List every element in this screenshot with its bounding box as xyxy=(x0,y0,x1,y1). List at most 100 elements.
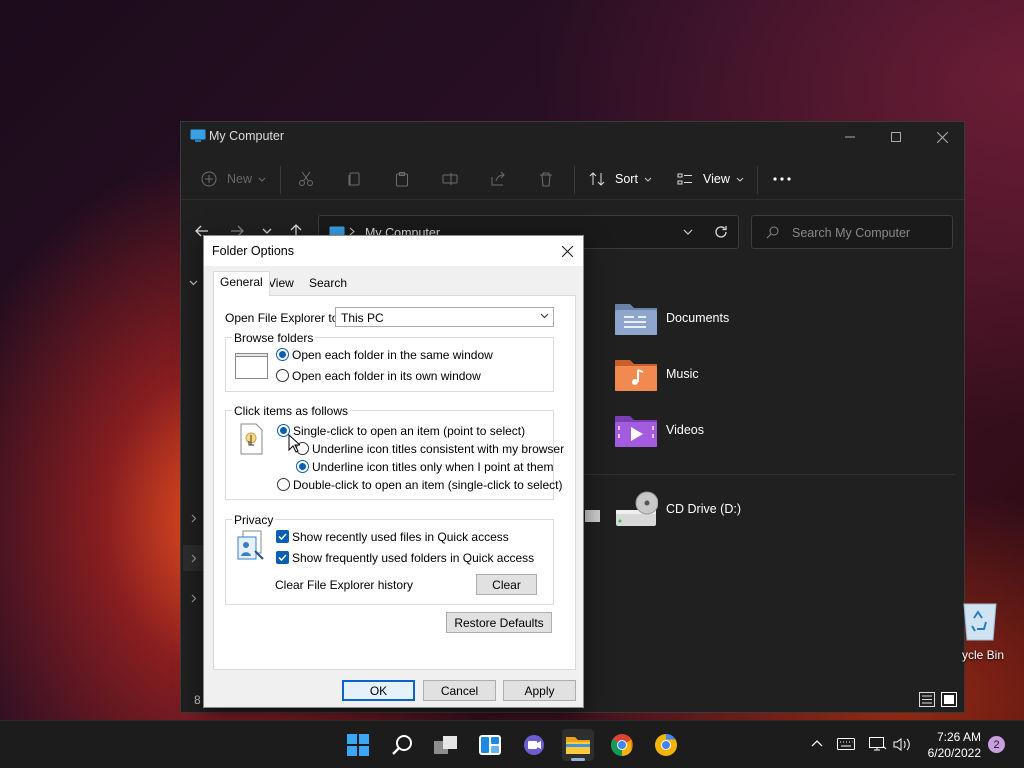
start-button[interactable] xyxy=(342,729,374,761)
task-view-button[interactable] xyxy=(430,729,462,761)
clipboard-icon xyxy=(394,171,410,187)
maximize-button[interactable] xyxy=(873,122,919,152)
widgets-button[interactable] xyxy=(474,729,506,761)
refresh-icon[interactable] xyxy=(714,225,728,239)
single-click-label[interactable]: Single-click to open an item (point to s… xyxy=(293,424,525,438)
chat-icon xyxy=(522,734,546,756)
rename-button[interactable] xyxy=(442,166,458,192)
apply-button[interactable]: Apply xyxy=(503,680,576,701)
item-count: 8 xyxy=(194,693,201,707)
network-icon[interactable] xyxy=(869,737,887,752)
underline-browser-label[interactable]: Underline icon titles consistent with my… xyxy=(312,442,564,456)
delete-button[interactable] xyxy=(538,166,554,192)
folder-item-documents[interactable]: Documents xyxy=(614,300,729,336)
share-icon xyxy=(490,171,506,187)
close-icon xyxy=(561,245,573,257)
widgets-icon xyxy=(478,734,502,756)
notification-badge[interactable]: 2 xyxy=(988,736,1005,753)
restore-defaults-button[interactable]: Restore Defaults xyxy=(446,612,552,633)
tiles-view-icon[interactable] xyxy=(941,692,957,707)
copy-button[interactable] xyxy=(346,166,362,192)
expand-chevron-icon[interactable] xyxy=(189,280,198,286)
folder-options-dialog: Folder Options General View Search Open … xyxy=(203,235,584,708)
search-button[interactable] xyxy=(386,729,418,761)
ellipsis-icon xyxy=(773,177,791,181)
drive-item-cd[interactable]: CD Drive (D:) xyxy=(614,490,741,528)
minimize-button[interactable] xyxy=(827,122,873,152)
chrome-beta-button[interactable] xyxy=(650,729,682,761)
chevron-down-icon xyxy=(262,228,272,234)
radio-own-window[interactable] xyxy=(276,369,289,382)
same-window-label[interactable]: Open each folder in the same window xyxy=(292,348,493,362)
cd-drive-icon xyxy=(614,490,658,528)
separator xyxy=(574,166,575,194)
sort-button[interactable]: Sort xyxy=(589,166,652,192)
search-input[interactable]: Search My Computer xyxy=(751,215,953,249)
view-list-icon xyxy=(677,171,693,187)
open-to-label: Open File Explorer to: xyxy=(225,311,342,325)
radio-double-click[interactable] xyxy=(277,478,290,491)
folder-icon xyxy=(565,734,591,756)
paste-button[interactable] xyxy=(394,166,410,192)
window-icon xyxy=(235,353,268,379)
share-button[interactable] xyxy=(490,166,506,192)
rename-icon xyxy=(442,171,458,187)
folder-item-music[interactable]: Music xyxy=(614,356,699,392)
show-hidden-icons-chevron-icon[interactable] xyxy=(811,739,823,747)
item-label: Music xyxy=(666,367,699,381)
folder-item-videos[interactable]: Videos xyxy=(614,412,704,448)
own-window-label[interactable]: Open each folder in its own window xyxy=(292,369,481,383)
open-to-select[interactable]: This PC xyxy=(335,307,554,327)
clock-time: 7:26 AM xyxy=(936,730,981,744)
view-label: View xyxy=(703,172,730,186)
section-divider xyxy=(573,474,955,475)
chevron-down-icon[interactable] xyxy=(683,229,693,235)
chevron-right-icon[interactable] xyxy=(191,594,197,603)
chrome-beta-icon xyxy=(654,733,678,757)
windows-logo-icon xyxy=(347,734,369,756)
tab-general[interactable]: General xyxy=(213,271,270,296)
new-button[interactable]: New xyxy=(201,166,266,192)
dialog-close-button[interactable] xyxy=(557,241,577,261)
task-view-icon xyxy=(433,734,459,756)
checkbox-frequent-folders[interactable] xyxy=(276,551,289,564)
chevron-down-icon xyxy=(644,177,652,182)
chevron-right-icon[interactable] xyxy=(191,514,197,523)
search-icon xyxy=(766,226,779,239)
keyboard-icon[interactable] xyxy=(837,738,855,750)
chrome-button[interactable] xyxy=(606,729,638,761)
clear-history-button[interactable]: Clear xyxy=(476,574,537,595)
view-button[interactable]: View xyxy=(677,166,744,192)
clock[interactable]: 7:26 AM 6/20/2022 xyxy=(928,729,981,761)
ok-button[interactable]: OK xyxy=(342,680,415,701)
recycle-bin-label: ycle Bin xyxy=(962,648,1005,662)
underline-point-label[interactable]: Underline icon titles only when I point … xyxy=(312,460,553,474)
tab-search[interactable]: Search xyxy=(303,273,353,295)
recycle-bin-shortcut[interactable]: ycle Bin xyxy=(952,596,1024,666)
file-explorer-taskbar-button[interactable] xyxy=(562,729,594,761)
taskbar: 7:26 AM 6/20/2022 2 xyxy=(0,720,1024,768)
sidebar-selected-item[interactable] xyxy=(183,545,205,571)
dialog-titlebar[interactable]: Folder Options xyxy=(204,236,583,266)
more-options-button[interactable] xyxy=(773,166,791,192)
teams-chat-button[interactable] xyxy=(518,729,550,761)
frequent-folders-label[interactable]: Show frequently used folders in Quick ac… xyxy=(292,551,534,565)
checkbox-recent-files[interactable] xyxy=(276,530,289,543)
explorer-titlebar[interactable]: My Computer xyxy=(181,122,964,152)
radio-underline-point[interactable] xyxy=(296,460,309,473)
details-view-icon[interactable] xyxy=(919,692,935,707)
chevron-down-icon xyxy=(258,177,266,182)
chevron-right-icon xyxy=(191,554,197,563)
radio-same-window[interactable] xyxy=(276,348,289,361)
double-click-label[interactable]: Double-click to open an item (single-cli… xyxy=(293,478,562,492)
mouse-cursor-icon xyxy=(288,434,300,453)
browse-folders-group xyxy=(225,337,554,392)
volume-icon[interactable] xyxy=(893,737,911,752)
cancel-button[interactable]: Cancel xyxy=(423,680,496,701)
click-items-title: Click items as follows xyxy=(232,404,351,418)
cut-button[interactable] xyxy=(298,166,314,192)
chevron-down-icon xyxy=(736,177,744,182)
privacy-title: Privacy xyxy=(232,513,276,527)
recent-files-label[interactable]: Show recently used files in Quick access xyxy=(292,530,509,544)
close-button[interactable] xyxy=(919,122,965,152)
